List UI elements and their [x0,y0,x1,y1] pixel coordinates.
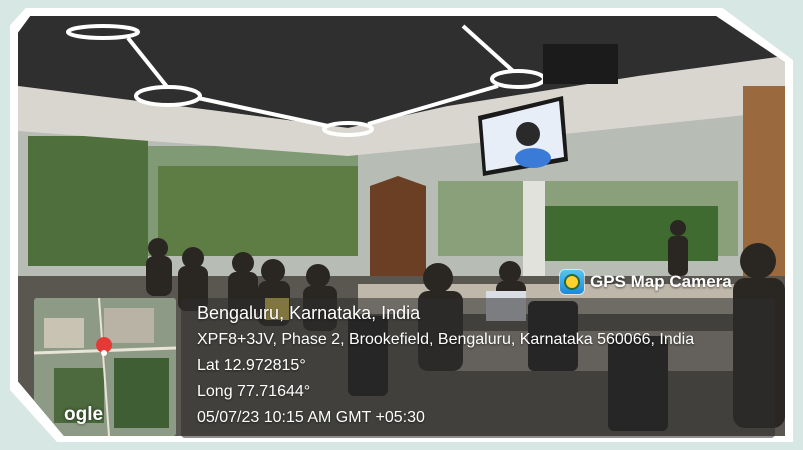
latitude: Lat 12.972815° [197,357,306,374]
foliage-left [28,136,148,266]
gps-brand: GPS Map Camera [560,266,732,298]
map-graphic [34,298,176,436]
tv-person [516,122,540,146]
wood-pillar [370,176,426,281]
gps-brand-label: GPS Map Camera [590,272,732,291]
foliage-mid [158,166,358,256]
column-white [523,181,545,291]
timestamp: 05/07/23 10:15 AM GMT +05:30 [197,409,425,426]
map-thumbnail[interactable] [34,298,176,436]
projector [543,44,618,84]
location-address: XPF8+3JV, Phase 2, Brookefield, Bengalur… [197,331,695,348]
screenshot-frame: GPS Map Camera Bengaluru, Karnataka, Ind… [0,0,803,450]
location-city: Bengaluru, Karnataka, India [197,303,421,323]
longitude: Long 77.71644° [197,383,311,400]
tv-person-body [515,148,551,168]
plants-right [538,206,718,261]
gps-camera-logo-icon [560,270,584,294]
map-watermark: ogle [64,404,104,425]
